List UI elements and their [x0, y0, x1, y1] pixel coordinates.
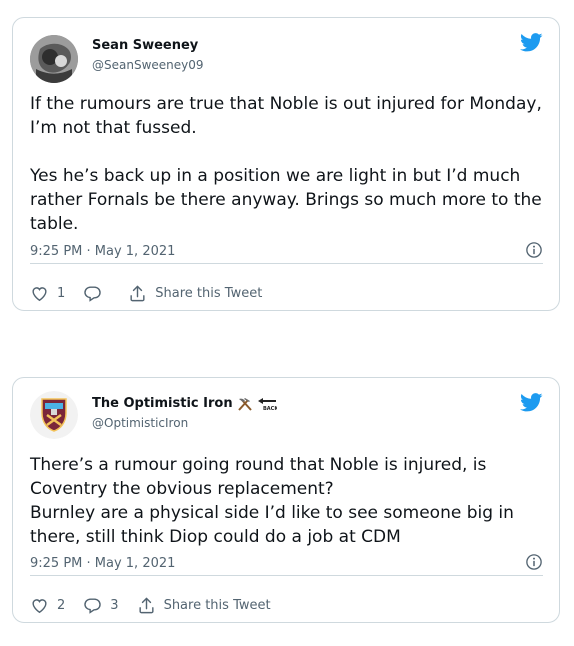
- twitter-bird-icon[interactable]: [520, 393, 543, 412]
- share-button[interactable]: Share this Tweet: [137, 596, 271, 615]
- profile-photo-icon: [30, 35, 78, 83]
- info-icon[interactable]: [525, 241, 543, 259]
- reply-icon: [83, 284, 102, 303]
- reply-count: 3: [110, 597, 119, 613]
- user-handle[interactable]: @OptimisticIron: [92, 416, 188, 430]
- share-button[interactable]: Share this Tweet: [128, 284, 262, 303]
- heart-icon: [30, 596, 49, 615]
- back-arrow-icon: BACK: [257, 397, 277, 411]
- tweet-text: There’s a rumour going round that Noble …: [30, 455, 514, 547]
- info-icon[interactable]: [525, 553, 543, 571]
- display-name-text[interactable]: Sean Sweeney: [92, 38, 198, 53]
- like-button[interactable]: 1: [30, 284, 65, 303]
- avatar[interactable]: [30, 391, 78, 439]
- tweet-actions: 2 3 Share this Tweet: [30, 595, 289, 615]
- tweet-meta: 9:25 PM · May 1, 2021: [30, 241, 543, 264]
- twitter-bird-icon[interactable]: [520, 33, 543, 52]
- share-icon: [137, 596, 156, 615]
- share-label: Share this Tweet: [155, 285, 263, 301]
- reply-button[interactable]: [83, 284, 110, 303]
- timestamp[interactable]: 9:25 PM · May 1, 2021: [30, 556, 175, 571]
- tweet-card[interactable]: Sean Sweeney @SeanSweeney09 If the rumou…: [12, 17, 560, 311]
- display-name[interactable]: Sean Sweeney: [92, 38, 198, 53]
- reply-button[interactable]: 3: [83, 596, 119, 615]
- svg-text:BACK: BACK: [263, 406, 277, 411]
- display-name-text[interactable]: The Optimistic Iron: [92, 396, 233, 411]
- share-label: Share this Tweet: [163, 597, 271, 613]
- timestamp[interactable]: 9:25 PM · May 1, 2021: [30, 244, 175, 259]
- like-button[interactable]: 2: [30, 596, 65, 615]
- like-count: 1: [57, 285, 66, 301]
- user-handle[interactable]: @SeanSweeney09: [92, 58, 204, 72]
- share-icon: [128, 284, 147, 303]
- display-name[interactable]: The Optimistic Iron BACK: [92, 396, 277, 411]
- tweet-text: If the rumours are true that Noble is ou…: [30, 94, 542, 234]
- west-ham-crest-icon: [30, 391, 78, 439]
- reply-icon: [83, 596, 102, 615]
- tweet-meta: 9:25 PM · May 1, 2021: [30, 553, 543, 576]
- heart-icon: [30, 284, 49, 303]
- avatar[interactable]: [30, 35, 78, 83]
- like-count: 2: [57, 597, 66, 613]
- tweet-actions: 1 Share this Tweet: [30, 283, 280, 303]
- tweet-card[interactable]: The Optimistic Iron BACK @OptimisticIron…: [12, 377, 560, 623]
- hammer-and-pick-icon: [237, 397, 252, 411]
